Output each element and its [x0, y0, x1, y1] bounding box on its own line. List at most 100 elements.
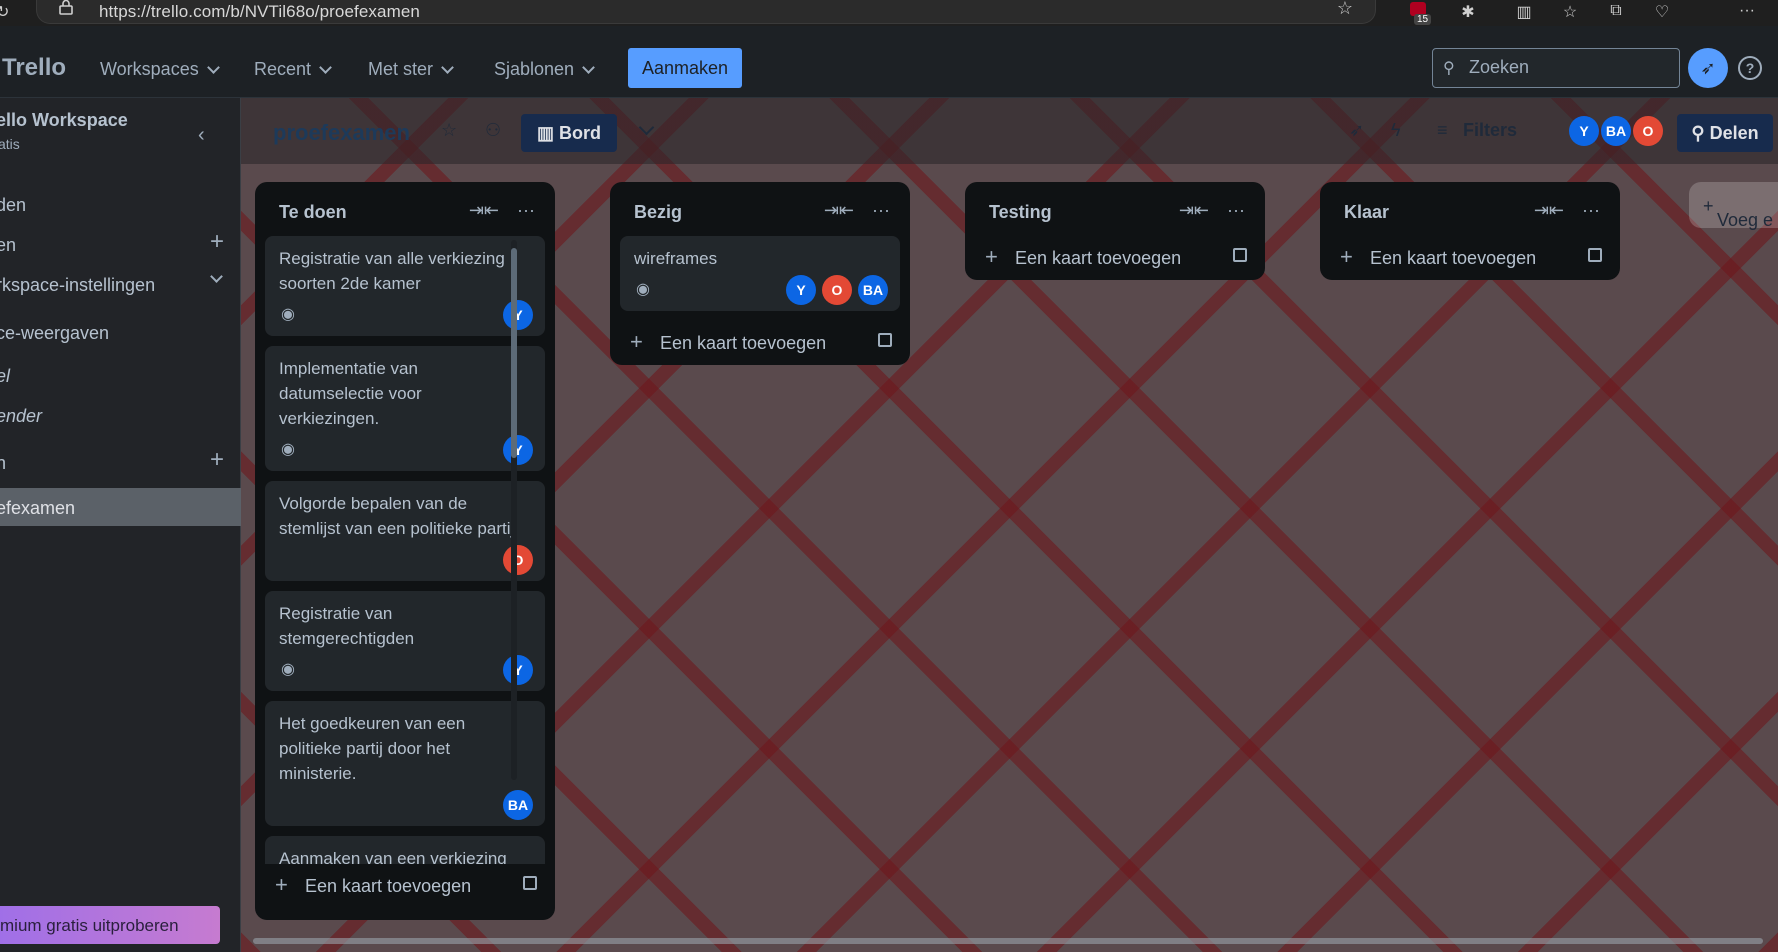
filter-icon[interactable]: ≡: [1437, 120, 1448, 141]
list-menu-icon[interactable]: ···: [517, 200, 535, 221]
list-title[interactable]: Testing: [989, 202, 1052, 223]
sidebar-item-workspace-settings[interactable]: rkspace-instellingen: [0, 275, 155, 296]
avatar[interactable]: Y: [503, 435, 533, 465]
list-title[interactable]: Bezig: [634, 202, 682, 223]
help-icon[interactable]: ?: [1738, 56, 1762, 80]
list-menu-icon[interactable]: ···: [1582, 200, 1600, 221]
card-template-icon[interactable]: [523, 876, 537, 890]
power-ups-icon[interactable]: ➶: [1349, 120, 1364, 141]
list-item[interactable]: Registratie van alle verkiezing soorten …: [265, 236, 545, 336]
list-header: Te doen ⇥⇤ ···: [255, 182, 555, 236]
trello-logo[interactable]: Trello: [2, 54, 66, 82]
avatar[interactable]: Y: [503, 300, 533, 330]
avatar[interactable]: Y: [1569, 116, 1599, 146]
app-header: Trello Workspaces Recent Met ster Sjablo…: [0, 26, 1778, 98]
board-title[interactable]: proefexamen: [273, 120, 410, 146]
list-title[interactable]: Te doen: [279, 202, 347, 223]
sidebar-item-calendar[interactable]: ender: [0, 406, 42, 427]
list-bezig[interactable]: Bezig ⇥⇤ ··· wireframes ◉ Y O BA + Een k…: [610, 182, 910, 365]
workspace-name[interactable]: ello Workspace: [0, 110, 128, 131]
collapse-list-icon[interactable]: ⇥⇤: [824, 200, 854, 221]
search-input[interactable]: [1469, 57, 1669, 78]
reload-icon[interactable]: ↻: [0, 2, 9, 22]
collapse-sidebar-icon[interactable]: ‹: [198, 124, 205, 147]
list-item[interactable]: Volgorde bepalen van de stemlijst van ee…: [265, 481, 545, 581]
list-testing[interactable]: Testing ⇥⇤ ··· + Een kaart toevoegen: [965, 182, 1265, 280]
list-title[interactable]: Klaar: [1344, 202, 1389, 223]
visibility-icon[interactable]: ⚇: [485, 120, 501, 141]
nav-recent[interactable]: Recent: [254, 59, 332, 80]
avatar[interactable]: BA: [858, 275, 888, 305]
add-member-icon[interactable]: +: [210, 230, 224, 254]
favorites-icon[interactable]: ☆: [1558, 2, 1582, 24]
collapse-list-icon[interactable]: ⇥⇤: [1179, 200, 1209, 221]
avatar[interactable]: O: [1633, 116, 1663, 146]
avatar[interactable]: Y: [503, 655, 533, 685]
add-card-button[interactable]: + Een kaart toevoegen: [255, 864, 555, 908]
add-list-button[interactable]: + Voeg e: [1689, 182, 1778, 230]
create-button[interactable]: Aanmaken: [628, 48, 742, 88]
lock-icon[interactable]: [59, 0, 73, 15]
add-card-button[interactable]: + Een kaart toevoegen: [1320, 236, 1620, 280]
board-header: proefexamen ☆ ⚇ ▥ Bord ➶ ϟ ≡ Filters Y B…: [241, 98, 1778, 164]
plus-icon: +: [1340, 244, 1353, 269]
nav-starred[interactable]: Met ster: [368, 59, 454, 80]
chevron-down-icon[interactable]: [210, 270, 223, 283]
avatar[interactable]: BA: [503, 790, 533, 820]
card-title: Registratie van alle verkiezing soorten …: [279, 249, 505, 293]
list-header: Bezig ⇥⇤ ···: [610, 182, 910, 236]
sidebar-item-table[interactable]: el: [0, 366, 10, 387]
sidebar-board-proefexamen[interactable]: efexamen: [0, 488, 241, 526]
browser-menu-icon[interactable]: ···: [1735, 2, 1759, 24]
watch-eye-icon: ◉: [281, 441, 295, 458]
nav-workspaces[interactable]: Workspaces: [100, 59, 220, 80]
chevron-down-icon[interactable]: [638, 119, 655, 136]
avatar[interactable]: O: [503, 545, 533, 575]
list-scrollbar[interactable]: [511, 240, 517, 780]
automation-icon[interactable]: ϟ: [1391, 120, 1401, 141]
list-menu-icon[interactable]: ···: [872, 200, 890, 221]
list-item[interactable]: wireframes ◉ Y O BA: [620, 236, 900, 311]
premium-trial-button[interactable]: mium gratis uitproberen: [0, 906, 220, 944]
url-text[interactable]: https://trello.com/b/NVTil68o/proefexame…: [99, 2, 420, 22]
star-icon[interactable]: ☆: [441, 120, 457, 141]
plus-icon: +: [630, 329, 643, 354]
list-item[interactable]: Registratie van stemgerechtigden ◉ Y: [265, 591, 545, 691]
sidebar-item-members[interactable]: en: [0, 235, 16, 256]
list-item[interactable]: Implementatie van datumselectie voor ver…: [265, 346, 545, 471]
extensions-puzzle-icon[interactable]: ✱: [1456, 2, 1480, 24]
notifications-pin-icon[interactable]: ➶: [1688, 48, 1728, 88]
add-board-icon[interactable]: +: [210, 448, 224, 472]
collapse-list-icon[interactable]: ⇥⇤: [469, 200, 499, 221]
add-card-button[interactable]: + Een kaart toevoegen: [610, 321, 910, 365]
list-item[interactable]: Het goedkeuren van een politieke partij …: [265, 701, 545, 826]
collections-icon[interactable]: ⧉: [1604, 2, 1628, 24]
card-template-icon[interactable]: [1233, 248, 1247, 262]
address-bar[interactable]: https://trello.com/b/NVTil68o/proefexame…: [36, 0, 1376, 24]
search-box[interactable]: ⚲: [1432, 48, 1680, 88]
split-screen-icon[interactable]: ▥: [1512, 2, 1536, 24]
card-template-icon[interactable]: [878, 333, 892, 347]
list-te-doen[interactable]: Te doen ⇥⇤ ··· Registratie van alle verk…: [255, 182, 555, 920]
board-view-button[interactable]: ▥ Bord: [521, 114, 617, 152]
nav-label: Workspaces: [100, 59, 199, 79]
scrollbar-thumb[interactable]: [511, 248, 517, 458]
browser-essentials-icon[interactable]: ♡: [1650, 2, 1674, 24]
collapse-list-icon[interactable]: ⇥⇤: [1534, 200, 1564, 221]
list-klaar[interactable]: Klaar ⇥⇤ ··· + Een kaart toevoegen: [1320, 182, 1620, 280]
avatar[interactable]: Y: [786, 275, 816, 305]
board-horizontal-scrollbar[interactable]: [253, 938, 1763, 944]
avatar[interactable]: O: [822, 275, 852, 305]
card-template-icon[interactable]: [1588, 248, 1602, 262]
favorite-star-icon[interactable]: ☆: [1337, 0, 1353, 19]
extension-count-badge: 15: [1414, 14, 1432, 25]
add-list-text: Voeg e: [1717, 210, 1774, 230]
nav-templates[interactable]: Sjablonen: [494, 59, 595, 80]
list-item[interactable]: Aanmaken van een verkiezing van een bepa…: [265, 836, 545, 864]
filters-button[interactable]: Filters: [1463, 120, 1517, 141]
add-card-button[interactable]: + Een kaart toevoegen: [965, 236, 1265, 280]
sidebar-item-boards[interactable]: den: [0, 195, 26, 216]
share-button[interactable]: ⚲ Delen: [1677, 114, 1773, 152]
avatar[interactable]: BA: [1601, 116, 1631, 146]
list-menu-icon[interactable]: ···: [1227, 200, 1245, 221]
